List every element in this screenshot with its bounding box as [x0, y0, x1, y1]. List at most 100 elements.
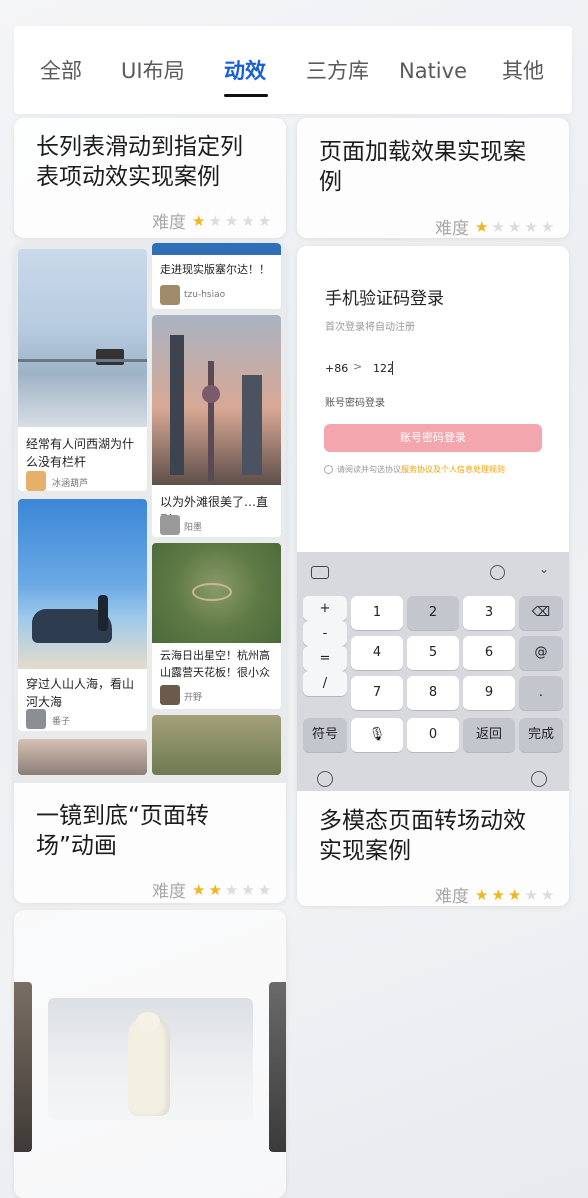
difficulty-rating: 难度 ★ ★ ★ ★ ★ [435, 214, 557, 238]
agreement-checkbox [324, 465, 333, 474]
star-empty-icon: ★ [507, 217, 522, 236]
difficulty-rating: 难度 ★ ★ ★ ★ ★ [152, 208, 274, 233]
star-filled-icon: ★ [475, 217, 489, 236]
key-5: 5 [407, 636, 459, 670]
difficulty-rating: 难度 ★ ★ ★ ★ ★ [152, 877, 274, 902]
feed-post-zelda: 走进现实版塞尔达！！ tzu-hsiao [152, 243, 281, 309]
symbols-key: 符号 [303, 718, 347, 752]
phone-input: 122 [373, 362, 394, 375]
case-card-partial[interactable] [14, 910, 286, 1198]
globe-icon [317, 771, 333, 787]
dot-key: . [519, 676, 563, 710]
post-caption: 穿过人山人海，看山河大海 [26, 677, 135, 709]
difficulty-label: 难度 [435, 887, 469, 906]
card-title: 长列表滑动到指定列 表项动效实现案例 [36, 134, 243, 190]
post-author: 番子 [52, 717, 71, 727]
post-author: tzu-hsiao [184, 290, 226, 300]
car-beach-photo [18, 499, 147, 669]
key-symbol: + [303, 596, 347, 621]
text-cursor [392, 361, 393, 375]
post-caption: 云海日出星空！杭州高山露营天花板！很小众 [160, 649, 270, 679]
login-title: 手机验证码登录 [325, 289, 444, 309]
input-method-icon [531, 771, 547, 787]
avatar [26, 709, 46, 729]
card-title: 多模态页面转场动效 实现案例 [319, 808, 526, 864]
active-tab-indicator [224, 94, 268, 97]
key-7: 7 [351, 676, 403, 710]
tab-third-party[interactable]: 三方库 [306, 56, 369, 86]
feed-post-sea: 穿过人山人海，看山河大海 番子 [18, 499, 147, 731]
login-button: 账号密码登录 [324, 424, 542, 452]
difficulty-label: 难度 [152, 882, 186, 902]
key-2: 2 [407, 596, 459, 630]
return-key: 返回 [463, 718, 515, 752]
backspace-key: ⌫ [519, 596, 563, 630]
preview-waterfall-feed: 经常有人问西湖为什么没有栏杆 冰涵葫芦 穿过人山人海，看山河大海 番子 走进现实… [14, 243, 286, 783]
star-empty-icon: ★ [257, 880, 272, 899]
at-key: @ [519, 636, 563, 670]
star-empty-icon: ★ [540, 885, 555, 904]
city-skyline-photo [152, 315, 281, 485]
feed-post-bund: 以为外滩很美了…直到 阳墨 [152, 315, 281, 537]
key-0: 0 [407, 718, 459, 752]
key-6: 6 [463, 636, 515, 670]
tab-other[interactable]: 其他 [502, 56, 544, 86]
preview-login-screen: 手机验证码登录 首次登录将自动注册 +86 > 122 账号密码登录 账号密码登… [297, 246, 569, 791]
keyboard-icon [311, 566, 329, 579]
microphone-key: 🎙 [351, 718, 403, 752]
mountain-camp-photo [152, 543, 281, 643]
case-card-one-shot-transition[interactable]: 经常有人问西湖为什么没有栏杆 冰涵葫芦 穿过人山人海，看山河大海 番子 走进现实… [14, 243, 286, 903]
key-8: 8 [407, 676, 459, 710]
tab-ui-layout[interactable]: UI布局 [121, 56, 185, 86]
case-card-multimodal-transition[interactable]: 手机验证码登录 首次登录将自动注册 +86 > 122 账号密码登录 账号密码登… [297, 246, 569, 906]
case-card-page-load[interactable]: 页面加载效果实现案 例 难度 ★ ★ ★ ★ ★ [297, 118, 569, 238]
star-empty-icon: ★ [241, 880, 255, 899]
key-1: 1 [351, 596, 403, 630]
difficulty-label: 难度 [435, 219, 469, 238]
polar-bear-photo [48, 998, 253, 1120]
star-empty-icon: ★ [224, 880, 239, 899]
star-empty-icon: ★ [208, 211, 222, 230]
avatar [160, 685, 180, 705]
key-3: 3 [463, 596, 515, 630]
post-author: 冰涵葫芦 [52, 479, 89, 489]
star-empty-icon: ★ [491, 217, 505, 236]
case-card-long-list[interactable]: 长列表滑动到指定列 表项动效实现案例 难度 ★ ★ ★ ★ ★ [14, 118, 286, 238]
tab-all[interactable]: 全部 [40, 56, 82, 86]
tab-native[interactable]: Native [399, 56, 467, 86]
feed-image-partial [18, 739, 147, 775]
star-filled-icon: ★ [475, 885, 489, 904]
star-filled-icon: ★ [507, 885, 522, 904]
carousel-next-image [269, 982, 286, 1152]
post-caption: 经常有人问西湖为什么没有栏杆 [26, 437, 135, 469]
star-empty-icon: ★ [257, 211, 272, 230]
chevron-right-icon: > [353, 360, 363, 373]
star-empty-icon: ★ [524, 217, 538, 236]
star-empty-icon: ★ [540, 217, 555, 236]
category-tab-bar: 全部 UI布局 动效 三方库 Native 其他 [14, 26, 572, 114]
emoji-icon [490, 565, 505, 580]
feed-post-camping: 云海日出星空！杭州高山露营天花板！很小众 开野 [152, 543, 281, 709]
feed-image-partial [152, 715, 281, 775]
avatar [26, 471, 46, 491]
post-author: 阳墨 [184, 523, 203, 533]
star-rating: ★ ★ ★ ★ ★ [192, 211, 274, 231]
key-9: 9 [463, 676, 515, 710]
star-rating: ★ ★ ★ ★ ★ [475, 885, 557, 905]
country-code: +86 [325, 362, 349, 375]
feed-post-west-lake: 经常有人问西湖为什么没有栏杆 冰涵葫芦 [18, 249, 147, 491]
star-filled-icon: ★ [208, 880, 222, 899]
post-author: 开野 [184, 693, 203, 703]
star-empty-icon: ★ [524, 885, 538, 904]
login-subtitle: 首次登录将自动注册 [325, 322, 415, 333]
avatar [160, 285, 180, 305]
password-login-link: 账号密码登录 [325, 398, 385, 409]
star-filled-icon: ★ [192, 880, 206, 899]
avatar [160, 515, 180, 535]
carousel-prev-image [14, 982, 32, 1152]
star-filled-icon: ★ [491, 885, 505, 904]
difficulty-label: 难度 [152, 213, 186, 233]
tab-animation[interactable]: 动效 [224, 56, 266, 86]
card-title: 一镜到底“页面转 场”动画 [36, 803, 209, 859]
lake-photo [18, 249, 147, 427]
